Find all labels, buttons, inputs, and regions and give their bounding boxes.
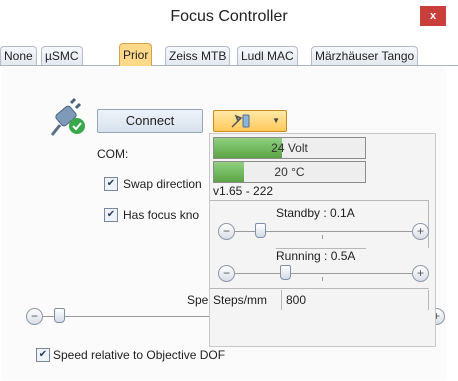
- focus-controller-window: Focus Controller x None µSMC Prior Zeiss…: [0, 0, 458, 381]
- tools-icon: [231, 114, 250, 128]
- steps-label: Steps/mm: [213, 293, 268, 307]
- running-slider[interactable]: − +: [218, 264, 430, 282]
- tab-zeiss-mtb[interactable]: Zeiss MTB: [165, 46, 231, 65]
- standby-decrease-icon[interactable]: −: [218, 223, 235, 240]
- speed-label: Spe: [187, 293, 209, 307]
- tab-prior[interactable]: Prior: [119, 43, 153, 66]
- tab-marzhauser-tango[interactable]: Märzhäuser Tango: [311, 46, 419, 65]
- speed-decrease-icon[interactable]: −: [26, 308, 43, 325]
- controller-tabs: None µSMC Prior Zeiss MTB Ludl MAC Märzh…: [0, 43, 458, 66]
- tab-none[interactable]: None: [0, 46, 37, 65]
- speed-slider-thumb[interactable]: [53, 308, 65, 323]
- speed-dof-checkbox[interactable]: ✔: [36, 348, 50, 362]
- tab-usmc[interactable]: µSMC: [41, 46, 83, 65]
- standby-slider-thumb[interactable]: [254, 223, 266, 238]
- running-decrease-icon[interactable]: −: [218, 265, 235, 282]
- standby-label: Standby : 0.1A: [276, 206, 355, 220]
- tools-dropdown-button[interactable]: ▼: [213, 110, 287, 132]
- running-increase-icon[interactable]: +: [412, 265, 429, 282]
- window-title: Focus Controller: [170, 8, 288, 25]
- close-button[interactable]: x: [420, 6, 446, 26]
- has-focus-knob-label: Has focus kno: [123, 208, 200, 222]
- tools-dropdown-panel: 24 Volt 20 °C v1.65 - 222 Standby : 0.1A…: [209, 133, 436, 347]
- chevron-down-icon: ▼: [272, 116, 280, 125]
- swap-direction-checkbox[interactable]: ✔: [104, 177, 118, 191]
- separator: [210, 200, 429, 201]
- temperature-bar: 20 °C: [213, 161, 366, 183]
- connect-button[interactable]: Connect: [97, 109, 203, 133]
- standby-slider[interactable]: − +: [218, 222, 430, 240]
- com-label: COM:: [97, 147, 129, 161]
- voltage-bar: 24 Volt: [213, 137, 366, 159]
- running-label: Running : 0.5A: [276, 249, 356, 263]
- firmware-version: v1.65 - 222: [213, 184, 274, 198]
- swap-direction-label: Swap direction: [123, 177, 202, 191]
- title-bar: Focus Controller x: [0, 0, 458, 36]
- standby-increase-icon[interactable]: +: [412, 223, 429, 240]
- voltage-label: 24 Volt: [271, 141, 308, 155]
- running-slider-thumb[interactable]: [280, 265, 291, 280]
- plug-connect-icon: [50, 97, 85, 136]
- temperature-label: 20 °C: [274, 165, 305, 179]
- has-focus-knob-checkbox[interactable]: ✔: [104, 208, 118, 222]
- tab-ludl-mac[interactable]: Ludl MAC: [237, 46, 298, 65]
- speed-dof-label: Speed relative to Objective DOF: [53, 348, 226, 362]
- steps-per-mm-input[interactable]: 800: [284, 290, 426, 310]
- steps-row: Steps/mm 800: [210, 289, 429, 311]
